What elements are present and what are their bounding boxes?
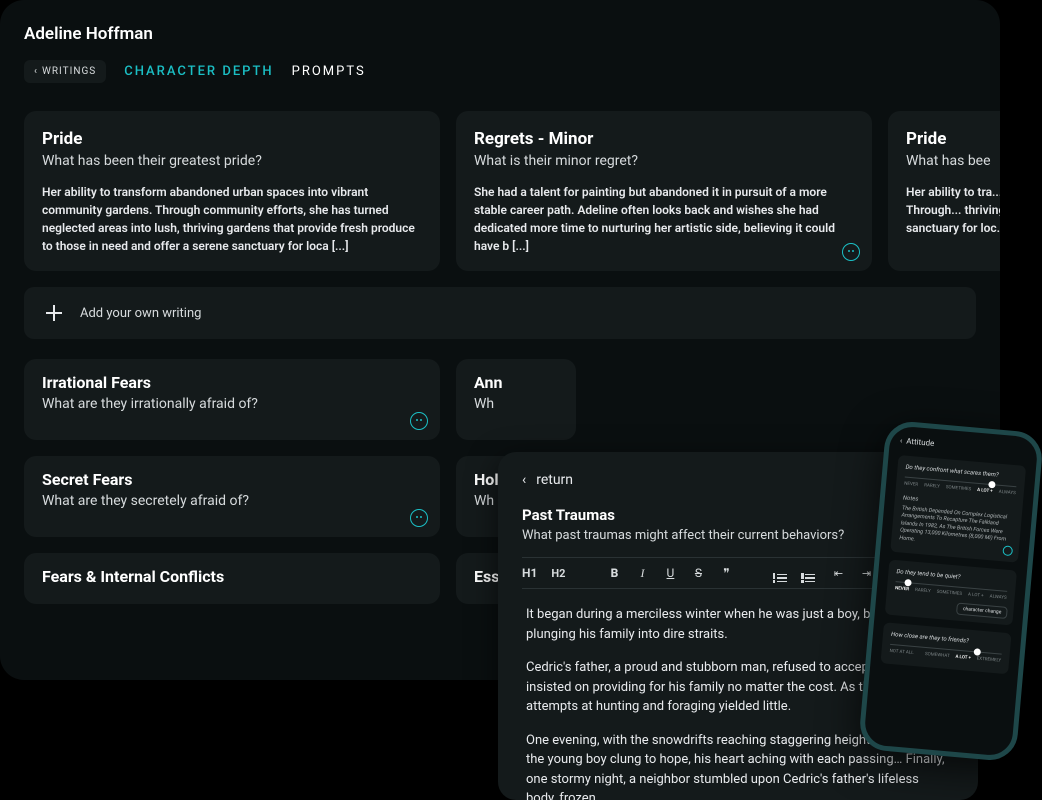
face-icon[interactable] <box>410 412 428 430</box>
card-question: Wh <box>474 396 558 412</box>
add-writing-button[interactable]: Add your own writing <box>24 287 976 339</box>
phone-back-button[interactable]: ‹ Attitude <box>900 436 1028 456</box>
card-ann-peek[interactable]: Ann Wh <box>456 359 576 440</box>
bold-button[interactable]: B <box>607 566 621 580</box>
back-writings-button[interactable]: ‹ WRITINGS <box>24 60 106 83</box>
tick-label: EXTREMELY <box>976 657 1001 664</box>
face-icon[interactable] <box>842 243 860 261</box>
chevron-left-icon: ‹ <box>522 472 526 488</box>
phone-card-friends[interactable]: How close are they to friends? NOT AT AL… <box>880 622 1011 674</box>
phone-back-label: Attitude <box>906 437 935 448</box>
card-pride-peek[interactable]: Pride What has bee Her ability to tra...… <box>888 111 1000 271</box>
tab-prompts[interactable]: PROMPTS <box>292 64 366 79</box>
quote-button[interactable]: ❞ <box>719 566 733 580</box>
slider-knob[interactable] <box>988 481 996 489</box>
tabs: ‹ WRITINGS CHARACTER DEPTH PROMPTS <box>24 60 976 83</box>
card-irrational-fears[interactable]: Irrational Fears What are they irrationa… <box>24 359 440 440</box>
card-title: Regrets - Minor <box>474 129 854 149</box>
header: Adeline Hoffman ‹ WRITINGS CHARACTER DEP… <box>0 24 1000 111</box>
card-secret-fears[interactable]: Secret Fears What are they secretely afr… <box>24 456 440 537</box>
card-question: What are they irrationally afraid of? <box>42 396 422 412</box>
tick-label: NOT AT ALL <box>889 649 913 656</box>
tab-character-depth[interactable]: CHARACTER DEPTH <box>124 64 273 79</box>
card-question: What are they secretely afraid of? <box>42 493 422 509</box>
cards-row: Pride What has been their greatest pride… <box>24 111 1000 271</box>
cards-row: Irrational Fears What are they irrationa… <box>24 359 1000 440</box>
h2-button[interactable]: H2 <box>551 567 565 580</box>
card-regrets-minor[interactable]: Regrets - Minor What is their minor regr… <box>456 111 872 271</box>
return-label: return <box>536 472 573 488</box>
italic-button[interactable]: I <box>635 566 649 581</box>
indent-button[interactable]: ⇥ <box>859 567 873 580</box>
card-body: She had a talent for painting but abando… <box>474 183 854 255</box>
card-title: Secret Fears <box>42 470 422 489</box>
card-question: What has bee <box>906 153 1000 169</box>
chevron-left-icon: ‹ <box>900 436 903 445</box>
tick-label: SOMEWHAT <box>925 652 950 659</box>
card-title: Fears & Internal Conflicts <box>42 567 422 586</box>
outdent-button[interactable]: ⇤ <box>831 567 845 580</box>
card-title: Irrational Fears <box>42 373 422 392</box>
notes-body: The British Depended On Complex Logistic… <box>899 505 1014 552</box>
ordered-list-button[interactable] <box>775 564 789 582</box>
card-title: Pride <box>906 129 1000 149</box>
card-body: Her ability to tra... gardens. Through..… <box>906 183 1000 237</box>
add-writing-label: Add your own writing <box>80 306 201 321</box>
underline-button[interactable]: U <box>663 566 677 580</box>
strike-button[interactable]: S <box>691 566 705 580</box>
unordered-list-button[interactable] <box>803 564 817 582</box>
phone-mock: ‹ Attitude Do they confront what scares … <box>858 420 1042 763</box>
card-fears-internal[interactable]: Fears & Internal Conflicts <box>24 553 440 604</box>
card-title: Ann <box>474 373 558 392</box>
face-icon[interactable] <box>1002 545 1013 556</box>
slider-knob[interactable] <box>973 648 981 656</box>
h1-button[interactable]: H1 <box>522 566 537 580</box>
slider-knob[interactable] <box>904 579 912 587</box>
plus-icon <box>46 305 62 321</box>
phone-card-quiet[interactable]: Do they tend to be quiet? NEVER RARELY S… <box>885 560 1017 626</box>
page-title: Adeline Hoffman <box>24 24 976 44</box>
card-question: What is their minor regret? <box>474 153 854 169</box>
card-title: Pride <box>42 129 422 149</box>
card-pride[interactable]: Pride What has been their greatest pride… <box>24 111 440 271</box>
card-body: Her ability to transform abandoned urban… <box>42 183 422 255</box>
slider-ticks: NOT AT ALL SOMEWHAT A LOT + EXTREMELY <box>889 649 1001 664</box>
face-icon[interactable] <box>410 509 428 527</box>
card-question: What has been their greatest pride? <box>42 153 422 169</box>
chevron-left-icon: ‹ <box>34 66 38 77</box>
tick-label: A LOT + <box>955 655 971 661</box>
phone-card-confront[interactable]: Do they confront what scares them? NEVER… <box>890 455 1026 563</box>
back-label: WRITINGS <box>42 66 96 77</box>
